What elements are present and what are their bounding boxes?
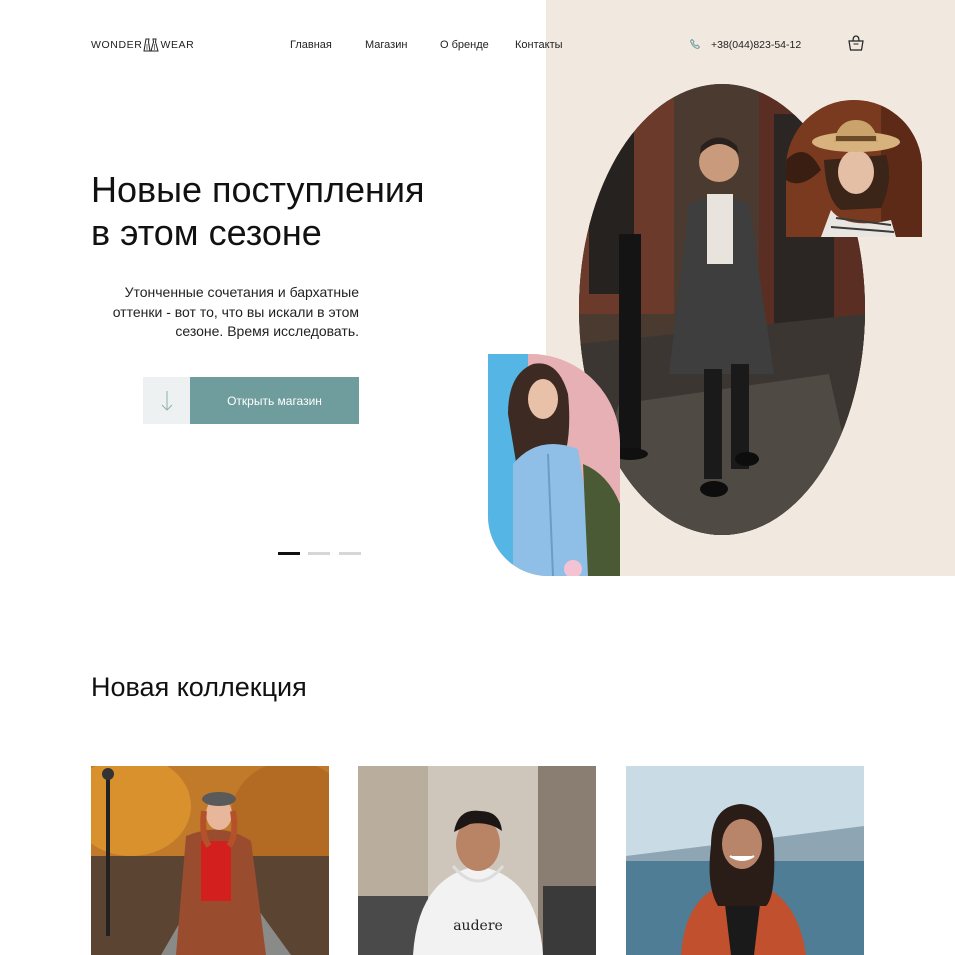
hoodie-print-text: audere <box>453 918 503 934</box>
slider-dot-2[interactable] <box>308 552 330 555</box>
logo-dress-icon <box>143 38 160 52</box>
collection-card-white-hoodie[interactable]: audere <box>358 766 596 955</box>
nav-shop[interactable]: Магазин <box>365 38 407 52</box>
nav-home[interactable]: Главная <box>290 38 332 52</box>
slider-dot-3[interactable] <box>339 552 361 555</box>
logo-text-right: WEAR <box>160 39 195 51</box>
open-shop-button[interactable]: Открыть магазин <box>190 377 359 424</box>
nav-contacts[interactable]: Контакты <box>515 38 563 52</box>
logo[interactable]: WONDER WEAR <box>91 38 194 52</box>
hero-description: Утонченные сочетания и бархатные оттенки… <box>112 284 359 339</box>
shopping-basket-icon[interactable] <box>847 34 865 52</box>
scroll-down-button[interactable] <box>143 377 190 424</box>
slider-dot-1[interactable] <box>278 552 300 555</box>
phone-icon <box>689 38 701 50</box>
new-collection-title: Новая коллекция <box>91 672 307 702</box>
hero-image-woman-in-hat <box>786 100 922 237</box>
arrow-down-icon <box>161 390 172 411</box>
hero-image-woman-denim-jacket <box>488 354 620 576</box>
hero-title-line-1: Новые поступления <box>91 169 425 210</box>
hero-title-line-2: в этом сезоне <box>91 212 322 253</box>
logo-text-left: WONDER <box>91 39 143 51</box>
collection-card-autumn-coat[interactable] <box>91 766 329 955</box>
collection-card-red-cardigan[interactable] <box>626 766 864 955</box>
hero-title: Новые поступления в этом сезоне <box>91 168 511 254</box>
phone-number[interactable]: +38(044)823-54-12 <box>711 39 801 51</box>
nav-about-brand[interactable]: О бренде <box>440 38 489 52</box>
